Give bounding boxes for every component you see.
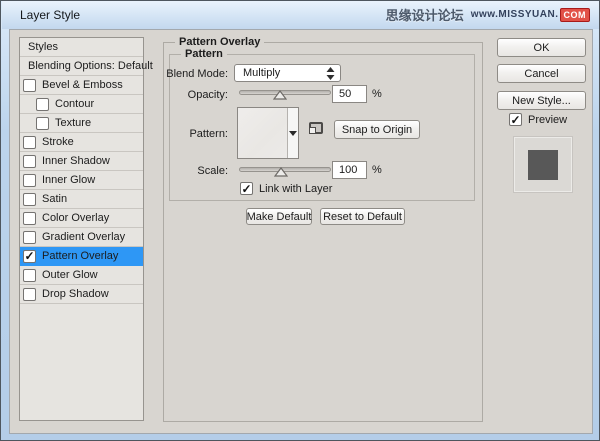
opacity-slider[interactable]: [239, 86, 331, 100]
watermark-site-name: 思缘设计论坛: [385, 8, 464, 23]
watermark-url-badge: COM: [559, 7, 590, 22]
style-label: Inner Shadow: [42, 155, 110, 167]
style-checkbox[interactable]: [23, 154, 36, 168]
scale-slider[interactable]: [239, 163, 331, 177]
sidebar-item-stroke[interactable]: Stroke: [20, 133, 143, 152]
style-label: Color Overlay: [42, 212, 110, 224]
style-checkbox[interactable]: [23, 192, 36, 206]
styles-list: Styles Blending Options: Default Bevel &…: [19, 37, 153, 421]
cancel-button[interactable]: Cancel: [497, 64, 586, 83]
watermark: 思缘设计论坛 www.MISSYUAN. COM: [386, 5, 590, 24]
pattern-thumbnail[interactable]: [238, 108, 288, 158]
style-label: Texture: [55, 117, 92, 129]
styles-header-label: Styles: [28, 41, 58, 53]
layer-style-dialog: Layer Style 思缘设计论坛 www.MISSYUAN. COM Sty…: [0, 0, 600, 441]
snap-to-origin-button[interactable]: Snap to Origin: [334, 120, 420, 139]
pattern-picker[interactable]: [237, 107, 299, 159]
opacity-slider-thumb[interactable]: [273, 87, 288, 105]
style-checkbox[interactable]: [23, 287, 36, 301]
style-label: Contour: [55, 98, 95, 110]
make-default-button[interactable]: Make Default: [246, 208, 312, 225]
style-checkbox[interactable]: [36, 116, 49, 130]
sidebar-item-texture[interactable]: Texture: [20, 114, 143, 133]
style-checkbox[interactable]: [36, 97, 49, 111]
sidebar-item-gradient-overlay[interactable]: Gradient Overlay: [20, 228, 143, 247]
chevron-down-icon: [289, 130, 297, 136]
link-with-layer-label: Link with Layer: [259, 183, 333, 195]
sidebar-item-pattern-overlay[interactable]: ✓ Pattern Overlay: [20, 247, 143, 266]
style-label: Satin: [42, 193, 68, 205]
sidebar-item-blending-options[interactable]: Blending Options: Default: [20, 57, 153, 76]
new-style-button[interactable]: New Style...: [497, 91, 586, 110]
styles-list-header[interactable]: Styles: [20, 38, 143, 57]
scale-input[interactable]: 100: [332, 161, 367, 179]
sidebar-item-drop-shadow[interactable]: Drop Shadow: [20, 285, 143, 304]
sidebar-item-inner-shadow[interactable]: Inner Shadow: [20, 152, 143, 171]
style-checkbox[interactable]: [23, 173, 36, 187]
ok-button[interactable]: OK: [497, 38, 586, 57]
styles-list-items: Bevel & Emboss Contour Texture Stroke Inner …: [20, 76, 143, 304]
opacity-label: Opacity:: [187, 89, 228, 101]
style-checkbox[interactable]: [23, 78, 36, 92]
style-label: Stroke: [42, 136, 74, 148]
opacity-input[interactable]: 50: [332, 85, 367, 103]
blend-mode-stepper-icon: [326, 67, 335, 83]
pattern-group-title: Pattern: [181, 48, 227, 60]
scale-label: Scale:: [197, 165, 228, 177]
preview-label: Preview: [528, 114, 568, 126]
scale-slider-thumb[interactable]: [274, 164, 289, 182]
style-checkbox[interactable]: [23, 268, 36, 282]
title-bar[interactable]: Layer Style 思缘设计论坛 www.MISSYUAN. COM: [2, 1, 599, 29]
sidebar-item-bevel-emboss[interactable]: Bevel & Emboss: [20, 76, 143, 95]
pattern-label: Pattern:: [189, 128, 228, 140]
style-label: Outer Glow: [42, 269, 98, 281]
window-title: Layer Style: [20, 8, 81, 22]
style-label: Inner Glow: [42, 174, 96, 186]
blending-options-label: Blending Options: Default: [28, 60, 153, 72]
style-label: Gradient Overlay: [42, 231, 126, 243]
style-label: Pattern Overlay: [42, 250, 119, 262]
style-label: Bevel & Emboss: [42, 79, 123, 91]
sidebar-item-color-overlay[interactable]: Color Overlay: [20, 209, 143, 228]
style-checkbox[interactable]: [23, 135, 36, 149]
opacity-unit: %: [372, 88, 382, 100]
style-label: Drop Shadow: [42, 288, 109, 300]
watermark-url-prefix: www.MISSYUAN.: [470, 9, 559, 20]
link-with-layer-checkbox[interactable]: ✓: [240, 182, 253, 196]
style-checkbox[interactable]: [23, 211, 36, 225]
blend-mode-value: Multiply: [243, 67, 281, 79]
sidebar-item-satin[interactable]: Satin: [20, 190, 143, 209]
sidebar-item-contour[interactable]: Contour: [20, 95, 143, 114]
new-pattern-icon[interactable]: [309, 122, 323, 134]
style-checkbox[interactable]: ✓: [23, 249, 36, 263]
preview-swatch: [513, 136, 573, 193]
pattern-overlay-group-title: Pattern Overlay: [175, 36, 265, 48]
style-checkbox[interactable]: [23, 230, 36, 244]
blend-mode-select[interactable]: Multiply: [234, 64, 341, 82]
sidebar-item-outer-glow[interactable]: Outer Glow: [20, 266, 143, 285]
preview-checkbox[interactable]: ✓: [509, 113, 522, 127]
pattern-picker-arrow[interactable]: [288, 108, 298, 158]
preview-swatch-fill: [528, 150, 558, 180]
scale-unit: %: [372, 164, 382, 176]
reset-to-default-button[interactable]: Reset to Default: [320, 208, 405, 225]
blend-mode-label: Blend Mode:: [166, 68, 228, 80]
sidebar-item-inner-glow[interactable]: Inner Glow: [20, 171, 143, 190]
watermark-url: www.MISSYUAN. COM: [470, 7, 590, 22]
